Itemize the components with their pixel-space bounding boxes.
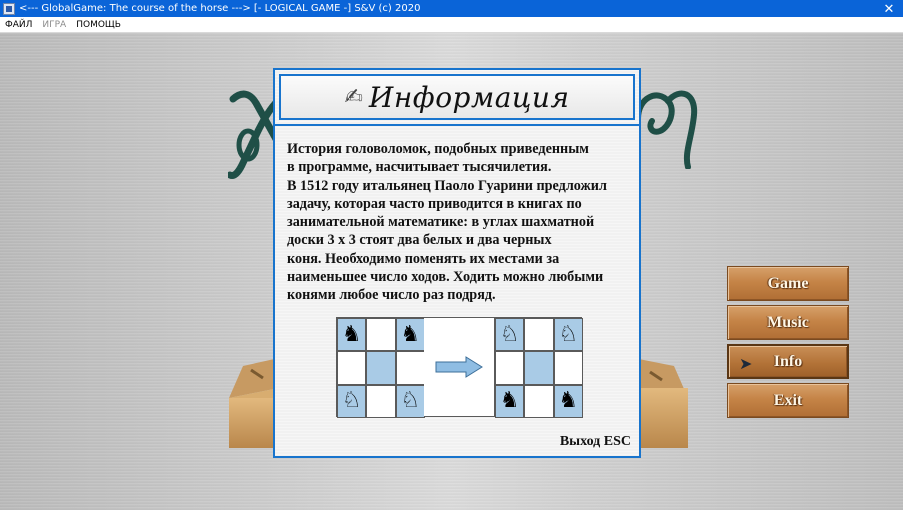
board-cell (366, 351, 396, 385)
info-dialog: ✍ Информация История головоломок, подобн… (273, 68, 641, 458)
info-line: В 1512 году итальянец Паоло Гуарини пред… (287, 177, 607, 194)
board-before: ♞ ♞ ♘ ♘ (336, 317, 425, 418)
black-knight-icon: ♞ (400, 321, 421, 347)
dialog-title: Информация (368, 80, 570, 114)
exit-button-label: Exit (773, 391, 803, 409)
board-cell (524, 384, 554, 418)
info-button[interactable]: ➤ Info (727, 344, 849, 379)
info-line: задачу, которая часто приводится в книга… (287, 195, 582, 212)
window-title: <--- GlobalGame: The course of the horse… (19, 3, 421, 14)
arrow-panel (424, 317, 494, 417)
info-line: в программе, насчитывает тысячилетия. (287, 159, 552, 176)
board-cell: ♘ (395, 384, 425, 418)
menu-bar: ФАЙЛ ИГРА ПОМОЩЬ (0, 17, 903, 33)
info-button-label: Info (773, 352, 803, 370)
white-knight-icon: ♘ (499, 321, 520, 347)
game-stage: ✍ Информация История головоломок, подобн… (0, 33, 903, 510)
info-line: История головоломок, подобных приведенны… (287, 141, 589, 157)
exit-esc-label[interactable]: Выход ESC (560, 434, 631, 450)
board-cell: ♞ (395, 318, 425, 352)
header-divider (275, 124, 639, 126)
board-cell (524, 351, 554, 385)
music-button-label: Music (767, 313, 809, 331)
exit-button[interactable]: Exit (727, 383, 849, 418)
white-knight-icon: ♘ (558, 321, 579, 347)
info-text: История головоломок, подобных приведенны… (287, 140, 637, 305)
dialog-header: ✍ Информация (279, 74, 635, 120)
info-dialog-body: ✍ Информация История головоломок, подобн… (275, 70, 639, 456)
board-cell: ♞ (337, 318, 367, 352)
title-bar: <--- GlobalGame: The course of the horse… (0, 0, 903, 17)
music-button[interactable]: Music (727, 305, 849, 340)
board-after: ♘ ♘ ♞ ♞ (494, 317, 583, 418)
wooden-board-right (634, 358, 688, 448)
wooden-board-left (229, 358, 279, 448)
black-knight-icon: ♞ (341, 321, 362, 347)
side-menu: Game Music ➤ Info Exit (727, 266, 849, 422)
info-line: наименьшее число ходов. Ходить можно люб… (287, 269, 604, 286)
info-line: конями любое число раз подряд. (287, 287, 496, 304)
menu-game: ИГРА (42, 19, 67, 30)
info-line: доски 3 x 3 стоят два белых и два черных (287, 232, 552, 249)
info-line: занимательной математике: в углах шахмат… (287, 214, 595, 231)
board-cell: ♘ (337, 384, 367, 418)
black-knight-icon: ♞ (499, 388, 520, 414)
menu-file[interactable]: ФАЙЛ (0, 20, 37, 30)
board-cell (366, 384, 396, 418)
board-cell: ♞ (495, 384, 525, 418)
right-arrow-icon (435, 356, 483, 378)
board-cell (524, 318, 554, 352)
board-cell: ♘ (553, 318, 583, 352)
board-cell: ♞ (553, 384, 583, 418)
menu-help[interactable]: ПОМОЩЬ (71, 20, 126, 30)
info-line: коня. Необходимо поменять их местами за (287, 250, 560, 267)
selection-arrow-icon: ➤ (739, 354, 753, 373)
black-knight-icon: ♞ (558, 388, 579, 414)
puzzle-illustration: ♞ ♞ ♘ ♘ ♘ ♘ ♞ ♞ (336, 317, 583, 418)
board-cell: ♘ (495, 318, 525, 352)
white-knight-icon: ♘ (400, 388, 421, 414)
close-window-button[interactable]: ✕ (875, 0, 903, 17)
app-icon (3, 2, 15, 15)
board-cell (366, 318, 396, 352)
white-knight-icon: ♘ (341, 388, 362, 414)
board-cell (337, 351, 367, 385)
board-cell (395, 351, 425, 385)
board-cell (495, 351, 525, 385)
pen-writing-icon: ✍ (344, 84, 363, 110)
game-button[interactable]: Game (727, 266, 849, 301)
board-cell (553, 351, 583, 385)
game-button-label: Game (767, 274, 809, 292)
